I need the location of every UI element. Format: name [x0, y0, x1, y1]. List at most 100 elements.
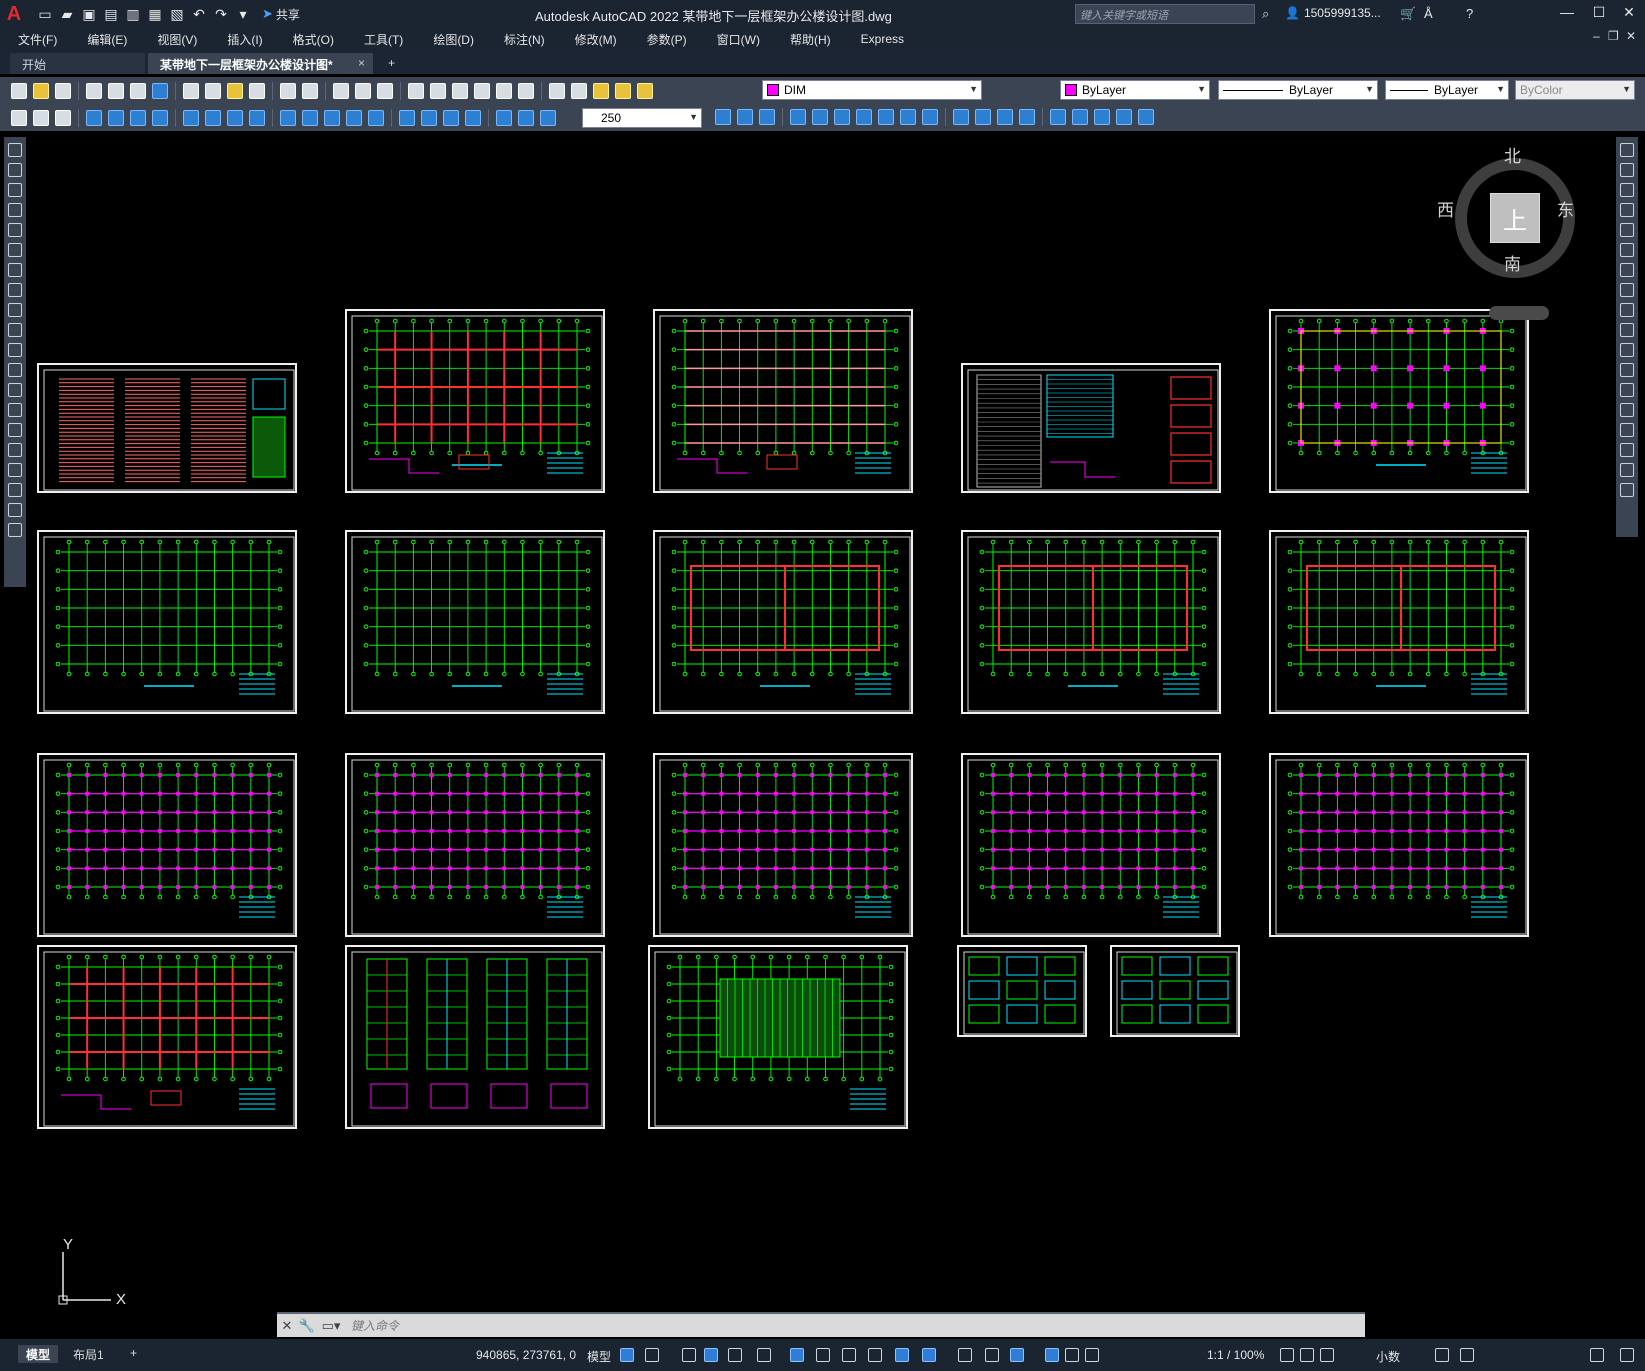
open-web-icon[interactable]: ▥: [124, 5, 142, 23]
explode-icon[interactable]: [1620, 483, 1634, 497]
region-icon[interactable]: [8, 463, 22, 477]
lineweight-dropdown[interactable]: ByLayer ▼: [1385, 80, 1509, 100]
save-web-icon[interactable]: ▦: [146, 5, 164, 23]
maximize-button[interactable]: ☐: [1584, 4, 1614, 21]
help-toolbar-icon[interactable]: [549, 83, 565, 99]
drawing-sheet[interactable]: [345, 945, 605, 1129]
match-properties-icon[interactable]: [249, 83, 265, 99]
copy-object-icon[interactable]: [1620, 163, 1634, 177]
baseline-dim-icon[interactable]: [302, 110, 318, 126]
command-input[interactable]: 键入命令: [351, 1317, 399, 1334]
dim-space-icon[interactable]: [346, 110, 362, 126]
layer-freeze-icon[interactable]: [615, 83, 631, 99]
array-icon[interactable]: [1620, 223, 1634, 237]
menu-draw[interactable]: 绘图(D): [433, 31, 474, 48]
point-icon[interactable]: [8, 403, 22, 417]
user-account[interactable]: 👤 1505999135...: [1285, 6, 1381, 20]
transparency-icon[interactable]: [842, 1348, 856, 1362]
cart-icon[interactable]: 🛒: [1400, 6, 1416, 22]
ellipse-icon[interactable]: [8, 323, 22, 337]
refedit-icon[interactable]: [975, 109, 991, 125]
quick-properties-icon[interactable]: [1300, 1348, 1314, 1362]
attribute-icon[interactable]: [1116, 109, 1132, 125]
3d-dwf-icon[interactable]: [152, 83, 168, 99]
annotation-scale[interactable]: 1:1 / 100%: [1207, 1348, 1264, 1362]
wcs-menu-button[interactable]: [1489, 306, 1549, 320]
menu-dimension[interactable]: 标注(N): [504, 31, 545, 48]
new-tab-button[interactable]: +: [376, 53, 407, 74]
drawing-sheet[interactable]: [345, 309, 605, 493]
clean-screen-icon[interactable]: [1590, 1348, 1604, 1362]
text-front-icon[interactable]: [790, 109, 806, 125]
xref-attach-icon[interactable]: [997, 109, 1013, 125]
line-icon[interactable]: [8, 143, 22, 157]
command-close-icon[interactable]: ✕: [277, 1318, 297, 1334]
rectangle-icon[interactable]: [8, 223, 22, 237]
erase-icon[interactable]: [1620, 143, 1634, 157]
paste-icon[interactable]: [227, 83, 243, 99]
dimtedit-icon[interactable]: [518, 110, 534, 126]
radius-dim-icon[interactable]: [183, 110, 199, 126]
plot-preview-icon[interactable]: [108, 83, 124, 99]
properties-icon[interactable]: [408, 83, 424, 99]
coordinate-readout[interactable]: 940865, 273761, 0: [476, 1348, 576, 1362]
tab-start[interactable]: 开始: [10, 53, 145, 74]
trim-icon[interactable]: [1620, 323, 1634, 337]
jogged-linear-icon[interactable]: [465, 110, 481, 126]
dynamic-ucs-icon[interactable]: [922, 1348, 936, 1362]
ungroup-icon[interactable]: [922, 109, 938, 125]
zoom-realtime-icon[interactable]: [355, 83, 371, 99]
customize-icon[interactable]: [1620, 1348, 1634, 1362]
graphics-performance-icon[interactable]: [1460, 1348, 1474, 1362]
open-folder-icon[interactable]: ▰: [58, 5, 76, 23]
block-editor-icon[interactable]: [953, 109, 969, 125]
annotation-visibility-icon[interactable]: [1010, 1348, 1024, 1362]
menu-parametric[interactable]: 参数(P): [647, 31, 687, 48]
menu-view[interactable]: 视图(V): [157, 31, 197, 48]
viewcube-top-face[interactable]: 上: [1490, 193, 1540, 243]
break-icon[interactable]: [1620, 383, 1634, 397]
linetype-dropdown[interactable]: ByLayer ▼: [1218, 80, 1378, 100]
inspection-icon[interactable]: [443, 110, 459, 126]
lineweight-icon[interactable]: [816, 1348, 830, 1362]
layer-properties-icon[interactable]: [571, 83, 587, 99]
publish-icon[interactable]: [130, 83, 146, 99]
drawing-sheet[interactable]: [1269, 530, 1529, 714]
annotation-monitor-icon[interactable]: [1085, 1348, 1099, 1362]
quickcalc-icon[interactable]: [518, 83, 534, 99]
menu-insert[interactable]: 插入(I): [227, 31, 262, 48]
doc-minimize-icon[interactable]: –: [1593, 29, 1600, 43]
viewcube-west[interactable]: 西: [1437, 196, 1454, 221]
workspace-icon[interactable]: [11, 110, 27, 126]
viewcube-south[interactable]: 南: [1504, 250, 1521, 275]
drawing-sheet[interactable]: [1110, 945, 1240, 1037]
save-icon[interactable]: ▣: [80, 5, 98, 23]
drawing-sheet[interactable]: [345, 530, 605, 714]
snap-icon[interactable]: [645, 1348, 659, 1362]
offset-icon[interactable]: [1620, 203, 1634, 217]
add-selected-icon[interactable]: [8, 523, 22, 537]
qnew-icon[interactable]: [11, 83, 27, 99]
polar-icon[interactable]: [704, 1348, 718, 1362]
tab-layout1[interactable]: 布局1: [65, 1345, 112, 1363]
pan-icon[interactable]: [333, 83, 349, 99]
layer-on-icon[interactable]: [593, 83, 609, 99]
extend-icon[interactable]: [1620, 343, 1634, 357]
recent-commands-icon[interactable]: ▭▾: [317, 1318, 345, 1334]
open-icon[interactable]: [33, 83, 49, 99]
lock-ui-icon[interactable]: [1320, 1348, 1334, 1362]
plotstyle-dropdown[interactable]: ByColor ▼: [1515, 80, 1635, 100]
gizmo-icon[interactable]: [985, 1348, 999, 1362]
drawing-sheet[interactable]: [648, 945, 908, 1129]
blend-icon[interactable]: [1620, 463, 1634, 477]
units-icon[interactable]: [1280, 1348, 1294, 1362]
continue-dim-icon[interactable]: [324, 110, 340, 126]
drawing-sheet[interactable]: [1269, 309, 1529, 493]
drawing-sheet[interactable]: [653, 530, 913, 714]
sheet-set-icon[interactable]: [474, 83, 490, 99]
doc-restore-icon[interactable]: ❐: [1608, 29, 1619, 43]
break-at-point-icon[interactable]: [1620, 363, 1634, 377]
menu-format[interactable]: 格式(O): [293, 31, 334, 48]
viewcube-north[interactable]: 北: [1504, 142, 1521, 167]
group-icon[interactable]: [900, 109, 916, 125]
